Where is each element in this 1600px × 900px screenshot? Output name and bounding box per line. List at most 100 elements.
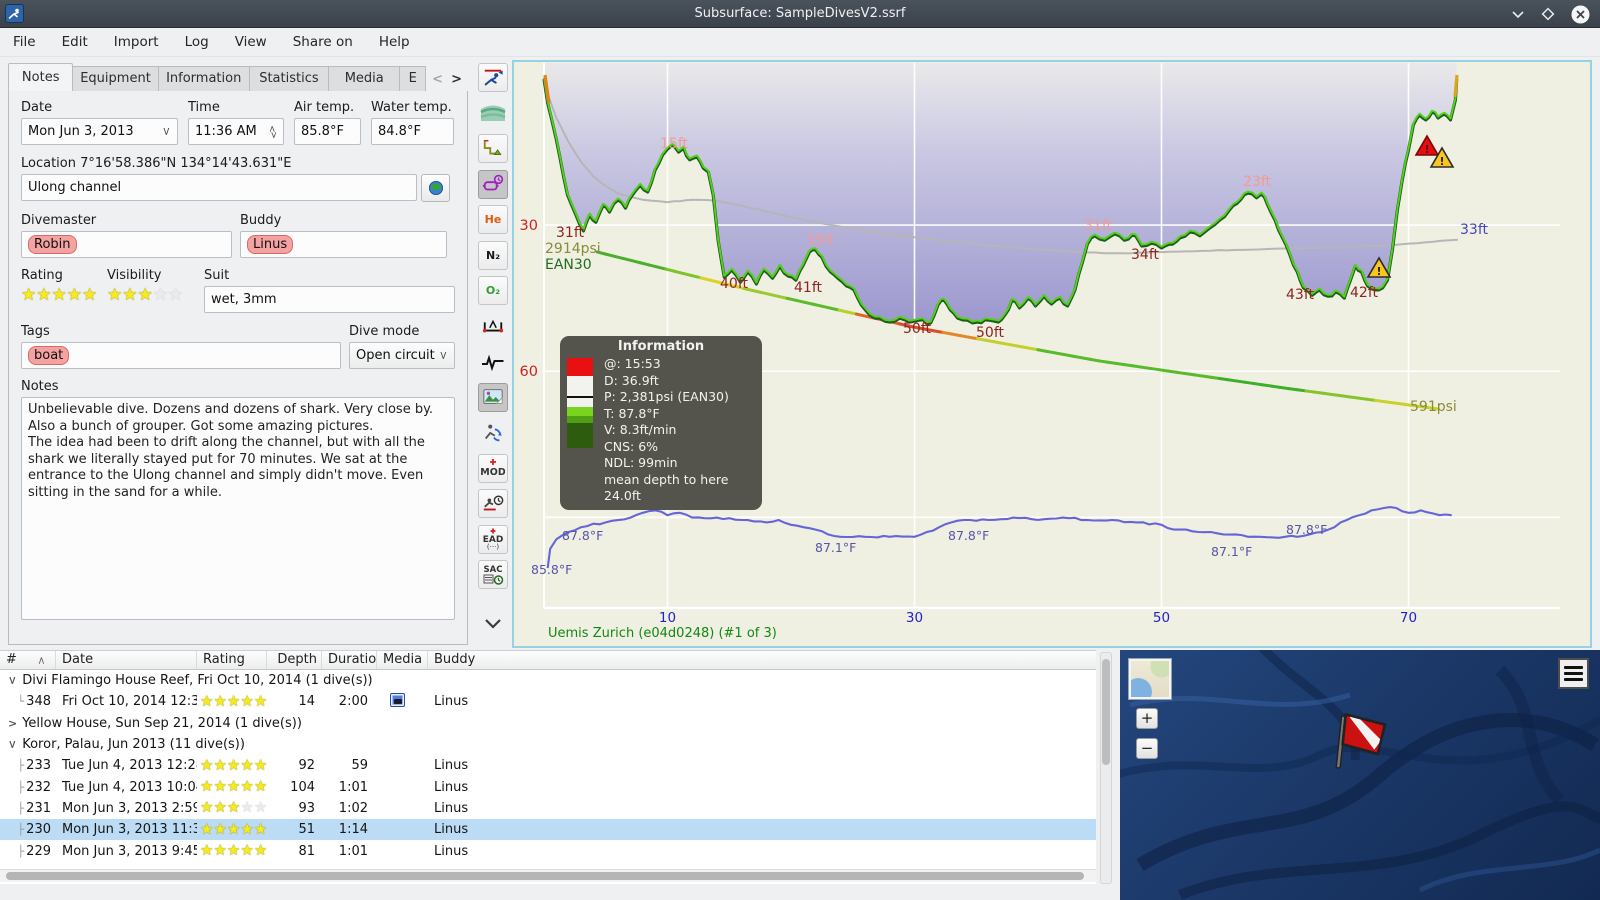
tab-information[interactable]: Information (158, 66, 250, 92)
scrollbar-handle[interactable] (1102, 659, 1110, 765)
dive-depth: 104 (290, 779, 315, 795)
buddy-input[interactable]: Linus (240, 231, 447, 258)
column-header-buddy[interactable]: Buddy (428, 651, 1096, 669)
horizontal-scrollbar[interactable] (0, 869, 1096, 882)
close-icon[interactable] (1571, 5, 1590, 24)
maximize-icon[interactable] (1541, 7, 1555, 21)
salinity-button[interactable] (478, 99, 508, 128)
ndl-button[interactable] (478, 489, 508, 518)
water-temp-field[interactable]: 84.8°F (371, 118, 454, 145)
notes-tab-content: Date Mon Jun 3, 2013 > Time 11:36 AM > > … (8, 91, 468, 645)
tank-bar-button[interactable] (478, 169, 508, 199)
tab-scroll-left-icon[interactable]: < (432, 72, 443, 87)
menu-view[interactable]: View (222, 34, 280, 50)
ruler-button[interactable] (478, 312, 508, 341)
table-row[interactable]: ├229 Mon Jun 3, 2013 9:45 AM ★★★★★ 81 1:… (0, 840, 1096, 861)
sort-indicator-icon: > (36, 656, 48, 665)
map-type-button[interactable] (1128, 658, 1172, 700)
table-row[interactable]: └348 Fri Oct 10, 2014 12:34 PM ★★★★★ 14 … (0, 691, 1096, 712)
menu-edit[interactable]: Edit (49, 34, 101, 50)
mod-button[interactable]: MOD (478, 453, 508, 483)
dive-duration: 2:00 (338, 694, 368, 710)
column-header-media[interactable]: Media (377, 651, 428, 669)
tab-notes[interactable]: Notes (8, 63, 74, 92)
dive-duration: 59 (351, 758, 368, 774)
column-header-number[interactable]: # > (0, 651, 56, 669)
zoom-out-button[interactable]: − (1136, 738, 1158, 759)
tab-statistics[interactable]: Statistics (249, 66, 330, 92)
air-temp-field[interactable]: 85.8°F (294, 118, 361, 145)
trip-row[interactable]: > Koror, Palau, Jun 2013 (11 dive(s)) (0, 734, 1096, 755)
divemaster-chip: Robin (28, 235, 77, 254)
tab-extra[interactable]: E (400, 66, 427, 92)
time-stepper[interactable]: 11:36 AM > > (188, 118, 284, 145)
expand-chevron-icon[interactable]: > (6, 676, 19, 685)
svg-text:15ft: 15ft (660, 136, 688, 152)
map-menu-button[interactable] (1558, 658, 1589, 689)
svg-text:87.8°F: 87.8°F (562, 528, 603, 543)
menu-import[interactable]: Import (101, 34, 172, 50)
gas-switch-icon (484, 424, 502, 441)
sac-button[interactable]: SAC (478, 560, 508, 589)
titlebar[interactable]: Subsurface: SampleDivesV2.ssrf (0, 0, 1600, 28)
dive-mode-select[interactable]: Open circuit > (349, 342, 455, 369)
tags-input[interactable]: boat (21, 342, 341, 369)
column-header-date[interactable]: Date (56, 651, 197, 669)
ceiling-button[interactable] (478, 134, 508, 163)
rating-stars[interactable]: ★★★★★ (21, 287, 107, 304)
photos-icon (483, 389, 503, 404)
water-temp-label: Water temp. (371, 100, 452, 115)
oxygen-graph-button[interactable]: O₂ (478, 276, 508, 305)
menu-log[interactable]: Log (172, 34, 222, 50)
visibility-stars[interactable]: ★★★★★ (107, 287, 204, 304)
dive-list: #> Date Rating Depth Duration Media Budd… (0, 650, 1096, 884)
tree-branch-icon: ├ (17, 844, 24, 858)
toolbar-scroll-down-button[interactable] (478, 610, 508, 639)
divemaster-input[interactable]: Robin (21, 231, 232, 258)
table-row[interactable]: ├231 Mon Jun 3, 2013 2:59 PM ★★★★★ 93 1:… (0, 798, 1096, 819)
heartrate-button[interactable] (478, 347, 508, 376)
spin-down-icon[interactable]: > (268, 131, 278, 139)
menu-share-on[interactable]: Share on (280, 34, 366, 50)
minimize-icon[interactable] (1511, 7, 1525, 21)
tab-equipment[interactable]: Equipment (73, 66, 159, 92)
helium-graph-button[interactable]: He (478, 205, 508, 234)
menu-file[interactable]: File (0, 34, 49, 50)
dive-mode-toolbar-button[interactable] (478, 63, 508, 92)
suit-input[interactable]: wet, 3mm (204, 286, 455, 313)
vertical-scrollbar[interactable] (1100, 652, 1112, 884)
dive-site-map[interactable]: + − (1120, 650, 1600, 900)
expand-chevron-icon[interactable]: > (6, 740, 19, 749)
gas-switch-button[interactable] (478, 418, 508, 447)
info-row: CNS: 6% (604, 438, 659, 454)
notes-textarea[interactable]: Unbelievable dive. Dozens and dozens of … (21, 397, 455, 620)
column-header-rating[interactable]: Rating (197, 651, 267, 669)
trip-row[interactable]: > Yellow House, Sun Sep 21, 2014 (1 dive… (0, 713, 1096, 734)
menu-help[interactable]: Help (366, 34, 423, 50)
globe-button[interactable] (421, 174, 450, 202)
svg-text:(···): (···) (487, 543, 499, 551)
table-row[interactable]: ├233 Tue Jun 4, 2013 12:28 PM ★★★★★ 92 5… (0, 755, 1096, 776)
nitrogen-graph-button[interactable]: N₂ (478, 240, 508, 270)
photos-button[interactable] (478, 382, 508, 412)
ead-button[interactable]: EAD (···) (478, 524, 508, 554)
trip-label: Divi Flamingo House Reef, Fri Oct 10, 20… (22, 673, 373, 689)
info-row: NDL: 99min (604, 455, 678, 470)
buddy-label: Buddy (240, 213, 282, 228)
expand-chevron-icon[interactable]: > (8, 717, 17, 730)
scrollbar-handle[interactable] (6, 872, 1084, 880)
location-input[interactable]: Ulong channel (21, 174, 417, 201)
dive-depth: 81 (298, 843, 315, 859)
dive-duration: 1:02 (338, 800, 368, 816)
tab-media[interactable]: Media (329, 66, 401, 92)
date-select[interactable]: Mon Jun 3, 2013 > (21, 118, 178, 145)
column-header-depth[interactable]: Depth (267, 651, 322, 669)
trip-row[interactable]: > Divi Flamingo House Reef, Fri Oct 10, … (0, 670, 1096, 691)
tree-branch-icon: ├ (17, 780, 24, 794)
table-row[interactable]: ├230 Mon Jun 3, 2013 11:36 AM ★★★★★ 51 1… (0, 819, 1096, 841)
table-row[interactable]: ├232 Tue Jun 4, 2013 10:04 AM ★★★★★ 104 … (0, 776, 1096, 797)
trip-label: Yellow House, Sun Sep 21, 2014 (1 dive(s… (22, 715, 302, 731)
tab-scroll-right-icon[interactable]: > (451, 72, 462, 87)
column-header-duration[interactable]: Duration (322, 651, 377, 669)
zoom-in-button[interactable]: + (1136, 708, 1158, 729)
